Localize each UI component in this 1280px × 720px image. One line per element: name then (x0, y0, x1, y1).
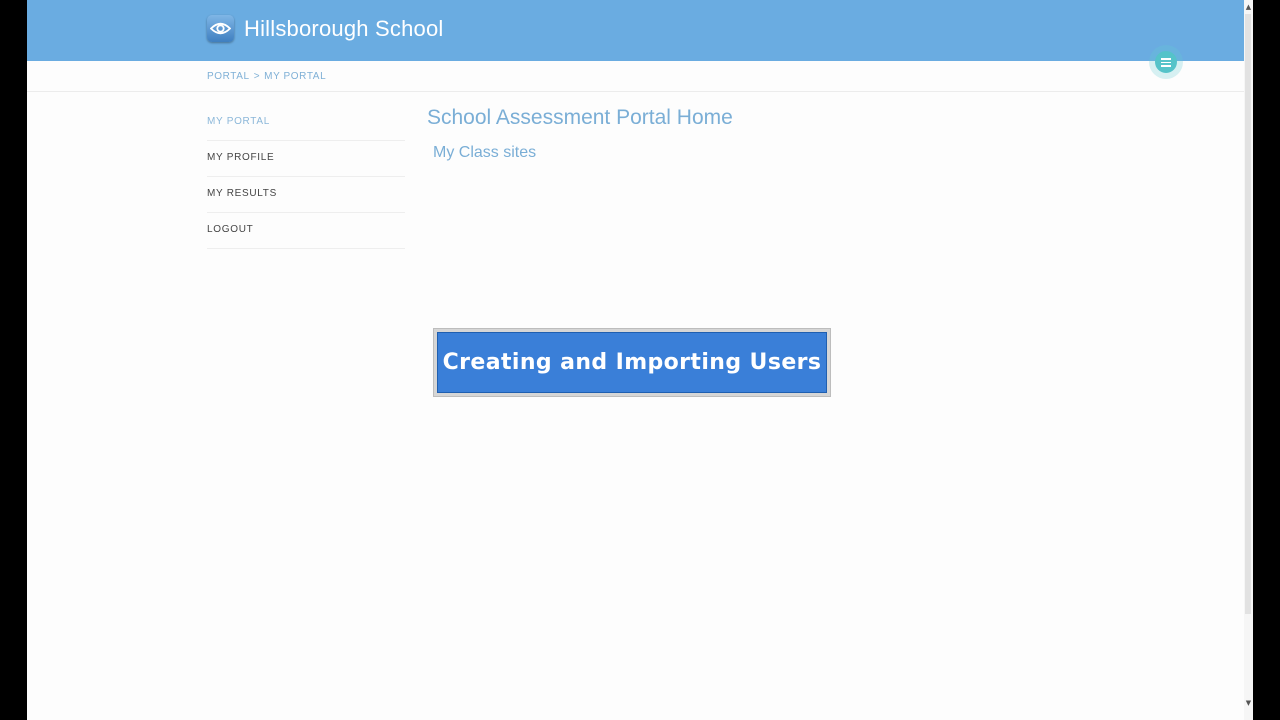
eye-icon[interactable] (207, 15, 234, 42)
class-sites-heading: My Class sites (433, 144, 537, 161)
portal-page: Hillsborough School PORTAL > MY PORTAL MY … (27, 0, 1244, 720)
sidebar-item-my-results[interactable]: MY RESULTS (207, 177, 405, 213)
scroll-down-icon[interactable]: ▼ (1244, 698, 1253, 708)
banner-text: Creating and Importing Users (437, 332, 827, 393)
breadcrumb-separator: > (253, 71, 261, 82)
page-title: School Assessment Portal Home (427, 106, 733, 129)
site-title[interactable]: Hillsborough School (244, 16, 443, 42)
sidebar-item-logout[interactable]: LOGOUT (207, 213, 405, 249)
sidebar-item-my-portal[interactable]: MY PORTAL (207, 105, 405, 141)
video-title-banner: Creating and Importing Users (433, 328, 831, 397)
vertical-scrollbar[interactable]: ▲ ▼ (1244, 0, 1253, 720)
scroll-up-icon[interactable]: ▲ (1244, 2, 1253, 12)
sidebar-nav: MY PORTAL MY PROFILE MY RESULTS LOGOUT (207, 105, 405, 249)
site-header: Hillsborough School (27, 0, 1244, 61)
divider (27, 91, 1244, 92)
hamburger-menu-icon[interactable] (1149, 45, 1183, 79)
breadcrumb: PORTAL > MY PORTAL (207, 71, 326, 82)
scrollbar-thumb[interactable] (1245, 14, 1251, 614)
sidebar-item-my-profile[interactable]: MY PROFILE (207, 141, 405, 177)
breadcrumb-link-portal[interactable]: PORTAL (207, 71, 250, 82)
breadcrumb-current[interactable]: MY PORTAL (264, 71, 326, 82)
